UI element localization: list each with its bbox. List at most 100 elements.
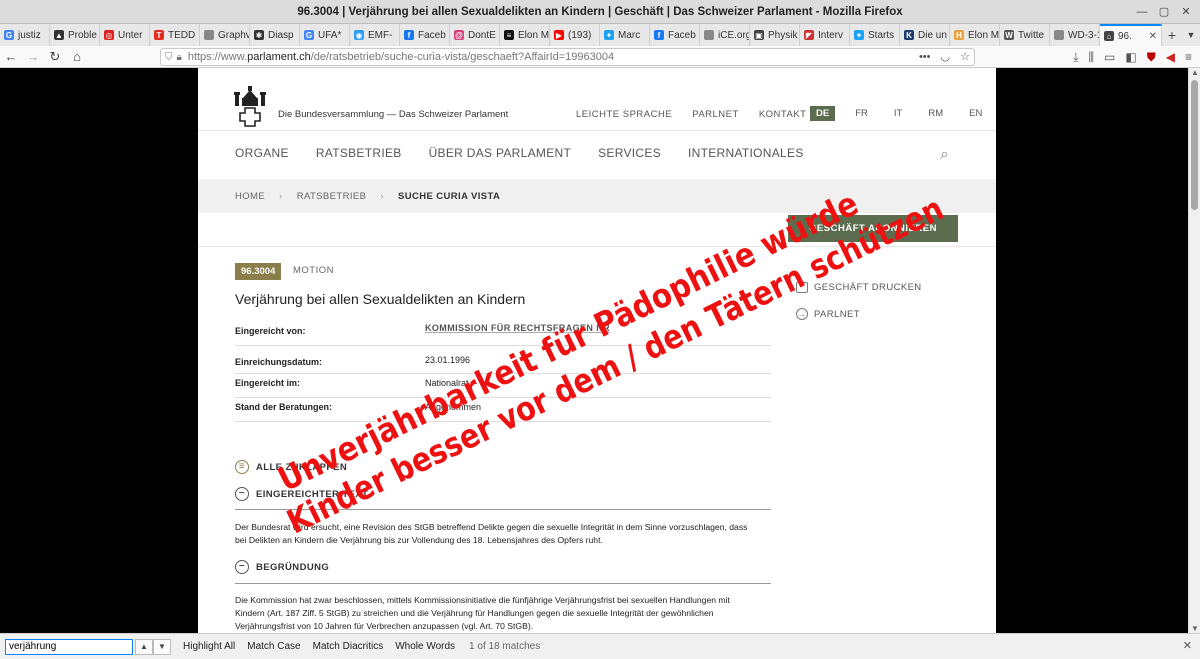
maximize-icon[interactable]: ▢ — [1156, 4, 1172, 20]
url-domain: parlament.ch — [247, 51, 311, 63]
parlnet-link[interactable]: → PARLNET — [796, 308, 860, 320]
browser-tab[interactable]: ⌂ 96. ✕ — [1100, 24, 1162, 46]
browser-tab[interactable]: iCE.org: — [700, 24, 750, 46]
whole-words-toggle[interactable]: Whole Words — [395, 641, 455, 652]
breadcrumb-home[interactable]: HOME — [235, 191, 265, 202]
nav-organe[interactable]: ORGANE — [235, 146, 289, 160]
browser-tab[interactable]: G UFA* — [300, 24, 350, 46]
tab-label: Diasp — [268, 29, 294, 41]
browser-tab[interactable]: ✦ Marc — [600, 24, 650, 46]
synced-tabs-icon[interactable]: ◧ — [1125, 48, 1136, 66]
browser-tab[interactable]: f Faceb — [650, 24, 700, 46]
subscribe-button[interactable]: GESCHÄFT ABONNIEREN — [788, 215, 958, 242]
section-toggle-justification[interactable]: − BEGRÜNDUNG — [235, 560, 329, 574]
browser-tab[interactable]: WD-3-18 — [1050, 24, 1100, 46]
tab-label: Elon M — [518, 29, 550, 41]
page-actions-icon[interactable]: ••• — [919, 49, 931, 65]
print-affair-link[interactable]: GESCHÄFT DRUCKEN — [796, 282, 922, 293]
find-next-icon[interactable]: ▼ — [153, 638, 171, 655]
forward-icon[interactable]: → — [22, 49, 44, 64]
tab-close-icon[interactable]: ✕ — [1149, 31, 1157, 42]
submitter-link[interactable]: KOMMISSION FÜR RECHTSFRAGEN NR — [425, 323, 610, 333]
browser-tab[interactable]: ▣ Physik — [750, 24, 800, 46]
downloads-icon[interactable]: ⤓ — [1073, 48, 1078, 66]
highlight-all-toggle[interactable]: Highlight All — [183, 641, 235, 652]
scroll-up-icon[interactable]: ▲ — [1191, 68, 1199, 77]
top-link-parlnet[interactable]: PARLNET — [692, 109, 739, 120]
browser-tab[interactable]: ≡ Elon M — [500, 24, 550, 46]
top-link-kontakt[interactable]: KONTAKT — [759, 109, 807, 120]
tab-list-icon[interactable]: ▼ — [1182, 30, 1200, 40]
top-link-leichte-sprache[interactable]: LEICHTE SPRACHE — [576, 109, 672, 120]
detail-row-submitted-by: Eingereicht von: KOMMISSION FÜR RECHTSFR… — [235, 318, 771, 346]
reload-icon[interactable]: ↻ — [44, 49, 66, 65]
breadcrumb-ratsbetrieb[interactable]: RATSBETRIEB — [297, 191, 367, 202]
browser-tab[interactable]: Graphviz — [200, 24, 250, 46]
submitted-text: Der Bundesrat wird ersucht, eine Revisio… — [235, 522, 748, 545]
library-icon[interactable]: ⫼ — [1089, 48, 1095, 66]
scroll-down-icon[interactable]: ▼ — [1191, 624, 1199, 633]
browser-tab[interactable]: ✱ Diasp — [250, 24, 300, 46]
web-page: Die Bundesversammlung — Das Schweizer Pa… — [198, 68, 996, 633]
lang-de[interactable]: DE — [810, 106, 836, 121]
lang-rm[interactable]: RM — [922, 106, 949, 121]
browser-tab[interactable]: T TEDD — [150, 24, 200, 46]
window-title: 96.3004 | Verjährung bei allen Sexualdel… — [297, 5, 903, 18]
browser-tab[interactable]: ✦ Starts — [850, 24, 900, 46]
tab-label: EMF- — [368, 29, 393, 41]
url-path: /de/ratsbetrieb/suche-curia-vista/gescha… — [310, 51, 615, 63]
find-previous-icon[interactable]: ▲ — [135, 638, 153, 655]
collapse-all-button[interactable]: ≡ ALLE ZUKLAPPEN — [235, 460, 347, 474]
site-logo-text[interactable]: Die Bundesversammlung — Das Schweizer Pa… — [278, 109, 508, 120]
page-scrollbar[interactable]: ▲ ▼ — [1188, 68, 1200, 633]
url-bar[interactable]: ⛉ 🔒︎ https://www. parlament.ch/de/ratsbet… — [160, 48, 975, 66]
browser-tab[interactable]: f Faceb — [400, 24, 450, 46]
sidebar-icon[interactable]: ▭ — [1104, 48, 1115, 66]
pocket-icon[interactable]: ◡ — [941, 49, 951, 65]
content-divider — [198, 246, 996, 247]
browser-tab[interactable]: ◉ EMF- — [350, 24, 400, 46]
browser-tab[interactable]: H Elon M — [950, 24, 1000, 46]
minimize-icon[interactable]: — — [1134, 4, 1150, 20]
tab-favicon-icon: ◤ — [804, 30, 814, 40]
nav-services[interactable]: SERVICES — [598, 146, 661, 160]
browser-tab[interactable]: ◎ Unter — [100, 24, 150, 46]
browser-tab[interactable]: ▶ (193) — [550, 24, 600, 46]
browser-tab[interactable]: @ DontE — [450, 24, 500, 46]
find-input[interactable] — [5, 638, 133, 655]
shield-icon[interactable]: ⛉ — [165, 52, 173, 63]
search-icon[interactable]: ⌕ — [940, 146, 949, 164]
section-toggle-submitted-text[interactable]: − EINGEREICHTER TEXT — [235, 487, 368, 501]
lang-it[interactable]: IT — [888, 106, 908, 121]
lang-fr[interactable]: FR — [849, 106, 874, 121]
lang-en[interactable]: EN — [963, 106, 988, 121]
menu-icon[interactable]: ≡ — [1185, 48, 1192, 66]
tab-favicon-icon: f — [404, 30, 414, 40]
tab-favicon-icon: ✦ — [604, 30, 614, 40]
nav-ueber-das-parlament[interactable]: ÜBER DAS PARLAMENT — [429, 146, 572, 160]
nav-internationales[interactable]: INTERNATIONALES — [688, 146, 804, 160]
lock-icon[interactable]: 🔒︎ — [177, 52, 182, 63]
nav-ratsbetrieb[interactable]: RATSBETRIEB — [316, 146, 402, 160]
main-navigation: ORGANE RATSBETRIEB ÜBER DAS PARLAMENT SE… — [235, 146, 804, 160]
browser-tab[interactable]: W Twitte — [1000, 24, 1050, 46]
close-icon[interactable]: ✕ — [1183, 639, 1192, 652]
parliament-logo-icon[interactable] — [233, 84, 267, 128]
scrollbar-thumb[interactable] — [1191, 80, 1198, 210]
new-tab-icon[interactable]: + — [1162, 27, 1182, 43]
browser-tab[interactable]: ▲ Proble — [50, 24, 100, 46]
match-diacritics-toggle[interactable]: Match Diacritics — [313, 641, 384, 652]
match-case-toggle[interactable]: Match Case — [247, 641, 300, 652]
close-icon[interactable]: ✕ — [1178, 4, 1194, 20]
back-icon[interactable]: ← — [0, 49, 22, 64]
tab-favicon-icon — [704, 30, 714, 40]
ublock-icon[interactable]: ⛊ — [1147, 48, 1156, 66]
bookmark-star-icon[interactable]: ☆ — [960, 49, 970, 65]
home-icon[interactable]: ⌂ — [66, 49, 88, 64]
extension-icon[interactable]: ◀ — [1166, 48, 1175, 66]
tab-label: Elon M — [968, 29, 1000, 41]
browser-tab[interactable]: K Die un — [900, 24, 950, 46]
browser-tab[interactable]: Gjustiz — [0, 24, 50, 46]
section-divider — [235, 583, 771, 584]
browser-tab[interactable]: ◤ Interv — [800, 24, 850, 46]
